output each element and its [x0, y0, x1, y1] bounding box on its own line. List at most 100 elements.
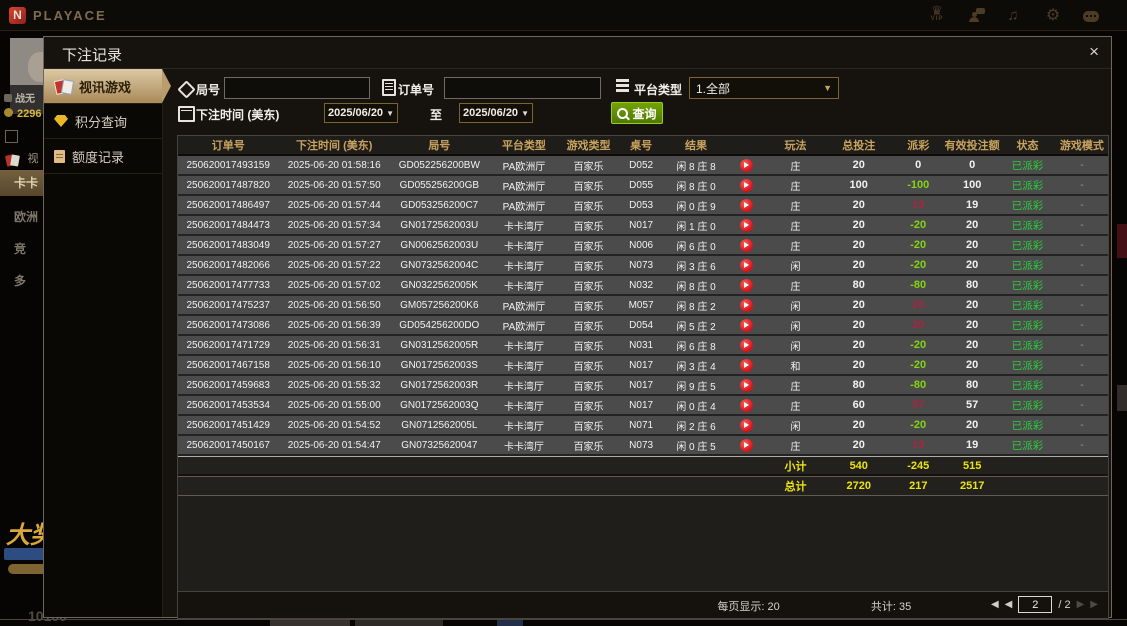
replay-button[interactable] [739, 198, 753, 212]
replay-button[interactable] [739, 438, 753, 452]
chevron-down-icon: ▼ [386, 108, 394, 118]
cell-replay [728, 276, 765, 294]
replay-button[interactable] [739, 238, 753, 252]
background-thumbnail [497, 620, 523, 626]
cell-game: 百家乐 [573, 241, 604, 253]
order-number-input[interactable] [444, 77, 601, 99]
cell-mode: - [1080, 239, 1084, 251]
table-row: 250620017459683 2025-06-20 01:55:32 GN0172… [178, 376, 1108, 396]
replay-button[interactable] [739, 298, 753, 312]
subtotal-spacer [999, 457, 1108, 474]
table-row: 250620017487820 2025-06-20 01:57:50 GD0552… [178, 176, 1108, 196]
date-from-picker[interactable]: 2025/06/20 ▼ [324, 103, 398, 123]
cell-valid: 20 [966, 419, 979, 431]
cell-order: 250620017453534 [186, 399, 270, 411]
cell-replay [728, 256, 765, 274]
settings-icon[interactable] [1043, 8, 1063, 23]
round-number-input[interactable] [224, 77, 370, 99]
vip-icon[interactable]: VIP [927, 7, 947, 23]
background-video-games-tab: 视 [4, 150, 38, 171]
column-header-play: 玩法 [784, 140, 807, 152]
cell-tableNo: D054 [629, 319, 654, 331]
table-row: 250620017493159 2025-06-20 01:58:16 GD0522… [178, 156, 1108, 176]
replay-button[interactable] [739, 318, 753, 332]
search-button[interactable]: 查询 [611, 102, 663, 124]
cell-mode: - [1080, 279, 1084, 291]
cell-tableNo: N073 [629, 439, 654, 451]
cell-platform: PA欧洲厅 [502, 161, 546, 173]
cell-platform: PA欧洲厅 [502, 201, 546, 213]
replay-button[interactable] [739, 158, 753, 172]
replay-button[interactable] [739, 278, 753, 292]
page-input[interactable] [1018, 596, 1053, 613]
cell-mode: - [1080, 259, 1084, 271]
column-header-result: 结果 [684, 140, 707, 152]
cell-round: GD055256200GB [399, 179, 480, 191]
replay-button[interactable] [739, 378, 753, 392]
music-icon[interactable] [1003, 8, 1023, 23]
play-icon [744, 182, 750, 188]
cell-play: 庄 [790, 161, 801, 173]
cell-order: 250620017487820 [186, 179, 270, 191]
cell-result: 闲 3 庄 4 [676, 361, 716, 373]
cell-status: 已派彩 [1011, 239, 1044, 252]
replay-button[interactable] [739, 218, 753, 232]
total-valid: 2517 [959, 480, 985, 492]
table-row: 250620017482066 2025-06-20 01:57:22 GN0732… [178, 256, 1108, 276]
cell-valid: 20 [966, 319, 979, 331]
cell-bet: 80 [852, 279, 865, 291]
cell-round: GN0322562005K [400, 279, 478, 291]
cell-result: 闲 9 庄 5 [676, 381, 716, 393]
cell-replay [728, 216, 765, 234]
date-to-picker[interactable]: 2025/06/20 ▼ [459, 103, 533, 123]
cell-payout: -20 [910, 419, 927, 431]
bet-records-modal: 下注记录 × 视讯游戏 积分查询 额度记录 局号 订单号 平台类型 1.全部 ▼… [43, 36, 1112, 619]
subtotal-label: 小计 [784, 460, 807, 473]
last-page-button[interactable]: ▶ [1090, 599, 1098, 610]
tab-points-query[interactable]: 积分查询 [44, 104, 162, 139]
cell-replay [728, 176, 765, 194]
cell-payout: -20 [910, 239, 927, 251]
bet-time-label: 下注时间 (美东) [196, 108, 280, 122]
support-chat-icon[interactable] [967, 8, 985, 22]
cell-payout: -20 [910, 259, 927, 271]
cell-bet: 80 [852, 379, 865, 391]
replay-button[interactable] [739, 338, 753, 352]
next-page-button[interactable]: ▶ [1077, 599, 1085, 610]
playace-logo[interactable]: N PLAYACE [9, 6, 107, 24]
to-label: 至 [430, 108, 443, 122]
cell-result: 闲 1 庄 0 [676, 221, 716, 233]
cell-round: GM057256200K6 [400, 299, 479, 311]
chevron-down-icon: ▼ [521, 108, 529, 118]
tab-video-games[interactable]: 视讯游戏 [44, 69, 171, 104]
platform-type-select[interactable]: 1.全部 ▼ [689, 77, 839, 99]
replay-button[interactable] [739, 358, 753, 372]
chat-icon[interactable] [1083, 10, 1099, 22]
replay-button[interactable] [739, 418, 753, 432]
play-icon [744, 342, 750, 348]
cell-tableNo: N017 [629, 219, 654, 231]
cell-valid: 100 [962, 179, 982, 191]
cell-play: 闲 [790, 421, 801, 433]
table-row: 250620017451429 2025-06-20 01:54:52 GN0712… [178, 416, 1108, 436]
replay-button[interactable] [739, 178, 753, 192]
cell-tableNo: N006 [629, 239, 654, 251]
first-page-button[interactable]: ◀ [991, 599, 999, 610]
cell-order: 250620017484473 [186, 219, 270, 231]
play-icon [744, 162, 750, 168]
cell-round: GD054256200DO [399, 319, 480, 331]
tab-quota-records[interactable]: 额度记录 [44, 139, 162, 174]
cell-time: 2025-06-20 01:57:50 [287, 179, 381, 191]
cell-mode: - [1080, 419, 1084, 431]
cell-payout: 20 [912, 319, 925, 331]
replay-button[interactable] [739, 258, 753, 272]
cell-result: 闲 8 庄 0 [676, 281, 716, 293]
cell-bet: 20 [852, 359, 865, 371]
replay-button[interactable] [739, 398, 753, 412]
cell-status: 已派彩 [1011, 199, 1044, 212]
cell-game: 百家乐 [573, 201, 604, 213]
close-icon[interactable]: × [1089, 42, 1099, 62]
prev-page-button[interactable]: ◀ [1005, 599, 1013, 610]
cell-order: 250620017483049 [186, 239, 270, 251]
background-hall-tab: 多 [14, 274, 27, 288]
